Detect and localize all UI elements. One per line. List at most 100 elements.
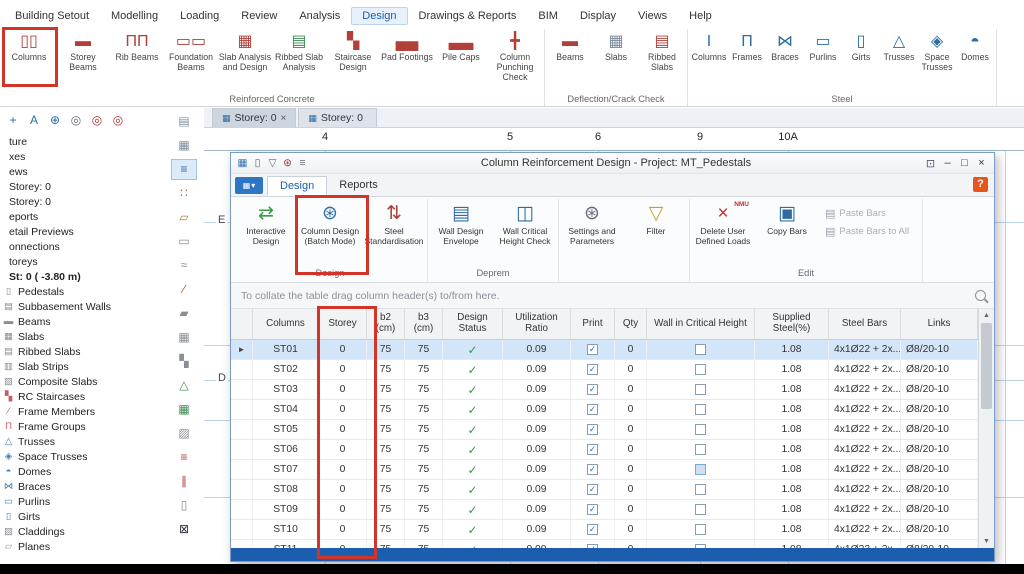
dialog-ribbon-button[interactable]: ▽ Filter — [624, 199, 688, 265]
table-row[interactable]: ST09 0 75 75 ✓ 0.09 ✓ 0 1.08 4x1Ø22 + 2x… — [231, 500, 978, 520]
titlebar-tool-button[interactable]: ▦ — [235, 157, 250, 169]
side-tool-button[interactable]: ▯ — [171, 495, 197, 516]
tree-item[interactable]: St: 0 ( -3.80 m) — [0, 269, 164, 284]
table-row[interactable]: ST03 0 75 75 ✓ 0.09 ✓ 0 1.08 4x1Ø22 + 2x… — [231, 380, 978, 400]
print-checkbox[interactable]: ✓ — [587, 484, 598, 495]
tree-item[interactable]: ▤ Ribbed Slabs — [0, 344, 164, 359]
wall-checkbox[interactable] — [695, 384, 706, 395]
print-checkbox[interactable]: ✓ — [587, 424, 598, 435]
wall-checkbox[interactable] — [695, 504, 706, 515]
dialog-tab[interactable]: Reports — [327, 176, 390, 196]
grid-header-cell[interactable] — [231, 309, 253, 339]
tree-item[interactable]: ◈ Space Trusses — [0, 449, 164, 464]
sidebar-tool-button[interactable]: ⊕ — [46, 111, 64, 129]
side-tool-button[interactable]: ≡ — [171, 159, 197, 180]
grid-header-cell[interactable]: Utilization Ratio — [503, 309, 571, 339]
dialog-ribbon-button[interactable]: ◫ Wall Critical Height Check — [493, 199, 557, 265]
wall-checkbox[interactable] — [695, 344, 706, 355]
ribbon-button[interactable]: ▦ Slab Analysis and Design — [218, 29, 272, 91]
sidebar-tool-button[interactable]: ◎ — [67, 111, 85, 129]
side-tool-button[interactable]: ▤ — [171, 111, 197, 132]
wall-checkbox[interactable] — [695, 484, 706, 495]
print-checkbox[interactable]: ✓ — [587, 444, 598, 455]
ribbon-button[interactable]: ▄▄ Pad Footings — [380, 29, 434, 91]
dialog-ribbon-button[interactable]: ⇄ Interactive Design — [234, 199, 298, 265]
search-icon[interactable] — [975, 290, 986, 301]
table-row[interactable]: ST02 0 75 75 ✓ 0.09 ✓ 0 1.08 4x1Ø22 + 2x… — [231, 360, 978, 380]
table-row[interactable]: ST07 0 75 75 ✓ 0.09 ✓ 0 1.08 4x1Ø22 + 2x… — [231, 460, 978, 480]
wall-checkbox[interactable] — [695, 444, 706, 455]
tree-item[interactable]: ∕ Frame Members — [0, 404, 164, 419]
grid-header-cell[interactable]: Steel Bars — [829, 309, 901, 339]
dialog-ribbon-button[interactable]: ⊛ Column Design (Batch Mode) — [298, 199, 362, 265]
ribbon-button[interactable]: ▃▃ Pile Caps — [434, 29, 488, 91]
side-tool-button[interactable]: ▰ — [171, 303, 197, 324]
menu-item[interactable]: Design — [351, 7, 408, 25]
ribbon-button[interactable]: △ Trusses — [880, 29, 918, 91]
print-checkbox[interactable]: ✓ — [587, 404, 598, 415]
print-checkbox[interactable]: ✓ — [587, 464, 598, 475]
wall-checkbox[interactable] — [695, 364, 706, 375]
wall-checkbox[interactable] — [695, 424, 706, 435]
ribbon-button[interactable]: Π Frames — [728, 29, 766, 91]
table-row[interactable]: ST11 0 75 75 ✓ 0.09 ✓ 0 1.08 4x1Ø22 + 2x… — [231, 540, 978, 548]
ribbon-button[interactable]: I Columns — [690, 29, 728, 91]
paste-button[interactable]: ▤ Paste Bars — [825, 207, 921, 220]
tree-item[interactable]: Π Frame Groups — [0, 419, 164, 434]
sidebar-tool-button[interactable]: ◎ — [88, 111, 106, 129]
dialog-ribbon-button[interactable]: × NMU Delete User Defined Loads — [691, 199, 755, 265]
ribbon-button[interactable]: ▬ Beams — [547, 29, 593, 91]
grid-header-cell[interactable]: Supplied Steel(%) — [755, 309, 829, 339]
tree-item[interactable]: ⋈ Braces — [0, 479, 164, 494]
print-checkbox[interactable]: ✓ — [587, 384, 598, 395]
table-row[interactable]: ST05 0 75 75 ✓ 0.09 ✓ 0 1.08 4x1Ø22 + 2x… — [231, 420, 978, 440]
menu-item[interactable]: Drawings & Reports — [408, 7, 528, 25]
side-tool-button[interactable]: ▭ — [171, 231, 197, 252]
side-tool-button[interactable]: ▨ — [171, 423, 197, 444]
table-row[interactable]: ST10 0 75 75 ✓ 0.09 ✓ 0 1.08 4x1Ø22 + 2x… — [231, 520, 978, 540]
ribbon-button[interactable]: ▤ Ribbed Slab Analysis — [272, 29, 326, 91]
ribbon-button[interactable]: ╋ Column Punching Check — [488, 29, 542, 91]
ribbon-button[interactable]: ▤ Ribbed Slabs — [639, 29, 685, 91]
side-tool-button[interactable]: ▦ — [171, 135, 197, 156]
dialog-horizontal-scrollbar[interactable] — [231, 548, 994, 561]
tab-close-icon[interactable]: × — [281, 113, 287, 124]
side-tool-button[interactable]: ▦ — [171, 399, 197, 420]
ribbon-button[interactable]: ▯ Girts — [842, 29, 880, 91]
ribbon-button[interactable]: ▚ Staircase Design — [326, 29, 380, 91]
tree-item[interactable]: etail Previews — [0, 224, 164, 239]
ribbon-button[interactable]: ◈ Space Trusses — [918, 29, 956, 91]
dialog-ribbon-button[interactable]: ▣ Copy Bars — [755, 199, 819, 265]
paste-button[interactable]: ▤ Paste Bars to All — [825, 225, 921, 238]
titlebar-tool-button[interactable]: ≡ — [295, 157, 310, 169]
ribbon-button[interactable]: ◓ Domes — [956, 29, 994, 91]
grid-header-cell[interactable]: Qty — [615, 309, 647, 339]
tree-item[interactable]: ▧ Composite Slabs — [0, 374, 164, 389]
menu-item[interactable]: Help — [678, 7, 723, 25]
grid-header-cell[interactable]: Links — [901, 309, 978, 339]
tree-item[interactable]: ▱ Planes — [0, 539, 164, 554]
vertical-scrollbar[interactable]: ▲ ▼ — [978, 309, 994, 548]
ribbon-button[interactable]: ▬ Storey Beams — [56, 29, 110, 91]
tree-item[interactable]: ▨ Claddings — [0, 524, 164, 539]
ribbon-button[interactable]: ΠΠ Rib Beams — [110, 29, 164, 91]
grid-header-cell[interactable]: Wall in Critical Height — [647, 309, 755, 339]
tree-item[interactable]: ▯ Pedestals — [0, 284, 164, 299]
tree-item[interactable]: ▥ Slab Strips — [0, 359, 164, 374]
canvas-tab[interactable]: ▦ Storey: 0 — [298, 108, 377, 127]
side-tool-button[interactable]: ▦ — [171, 327, 197, 348]
sidebar-tool-button[interactable]: ◎ — [109, 111, 127, 129]
ribbon-button[interactable]: ▦ Slabs — [593, 29, 639, 91]
wall-checkbox[interactable] — [695, 404, 706, 415]
menu-item[interactable]: Loading — [169, 7, 230, 25]
tree-item[interactable]: ◓ Domes — [0, 464, 164, 479]
tree-item[interactable]: toreys — [0, 254, 164, 269]
ribbon-app-menu-button[interactable]: ▦ ▾ — [235, 177, 263, 194]
dialog-ribbon-button[interactable]: ⊛ Settings and Parameters — [560, 199, 624, 265]
ribbon-button[interactable]: ⋈ Braces — [766, 29, 804, 91]
side-tool-button[interactable]: ∥ — [171, 471, 197, 492]
grid-header-cell[interactable]: b2 (cm) — [367, 309, 405, 339]
menu-item[interactable]: BIM — [527, 7, 569, 25]
tree-item[interactable]: ▬ Beams — [0, 314, 164, 329]
canvas-tab[interactable]: ▦ Storey: 0 × — [212, 108, 297, 127]
